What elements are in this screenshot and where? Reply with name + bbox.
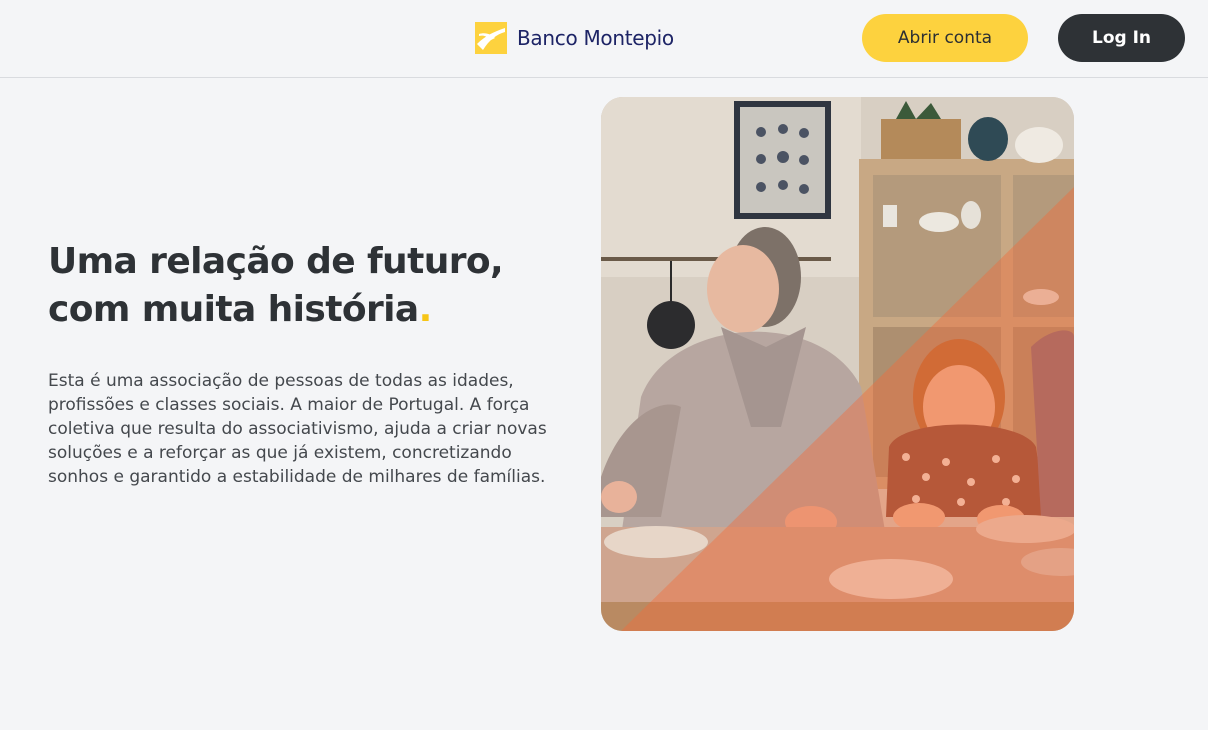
hero-title: Uma relação de futuro, com muita históri… bbox=[48, 238, 568, 334]
family-photo-illustration bbox=[601, 97, 1074, 631]
brand-name: Banco Montepio bbox=[517, 26, 674, 50]
open-account-button[interactable]: Abrir conta bbox=[862, 14, 1028, 62]
hero-description: Esta é uma associação de pessoas de toda… bbox=[48, 371, 547, 487]
hero-title-dot: . bbox=[418, 289, 433, 330]
brand-logo[interactable]: Banco Montepio bbox=[475, 22, 674, 54]
montepio-logo-icon bbox=[475, 22, 507, 54]
hero-title-text: Uma relação de futuro, com muita históri… bbox=[48, 241, 504, 330]
login-button[interactable]: Log In bbox=[1058, 14, 1185, 62]
hero-photo bbox=[601, 97, 1074, 631]
site-header: Banco Montepio Abrir conta Log In bbox=[0, 0, 1208, 78]
